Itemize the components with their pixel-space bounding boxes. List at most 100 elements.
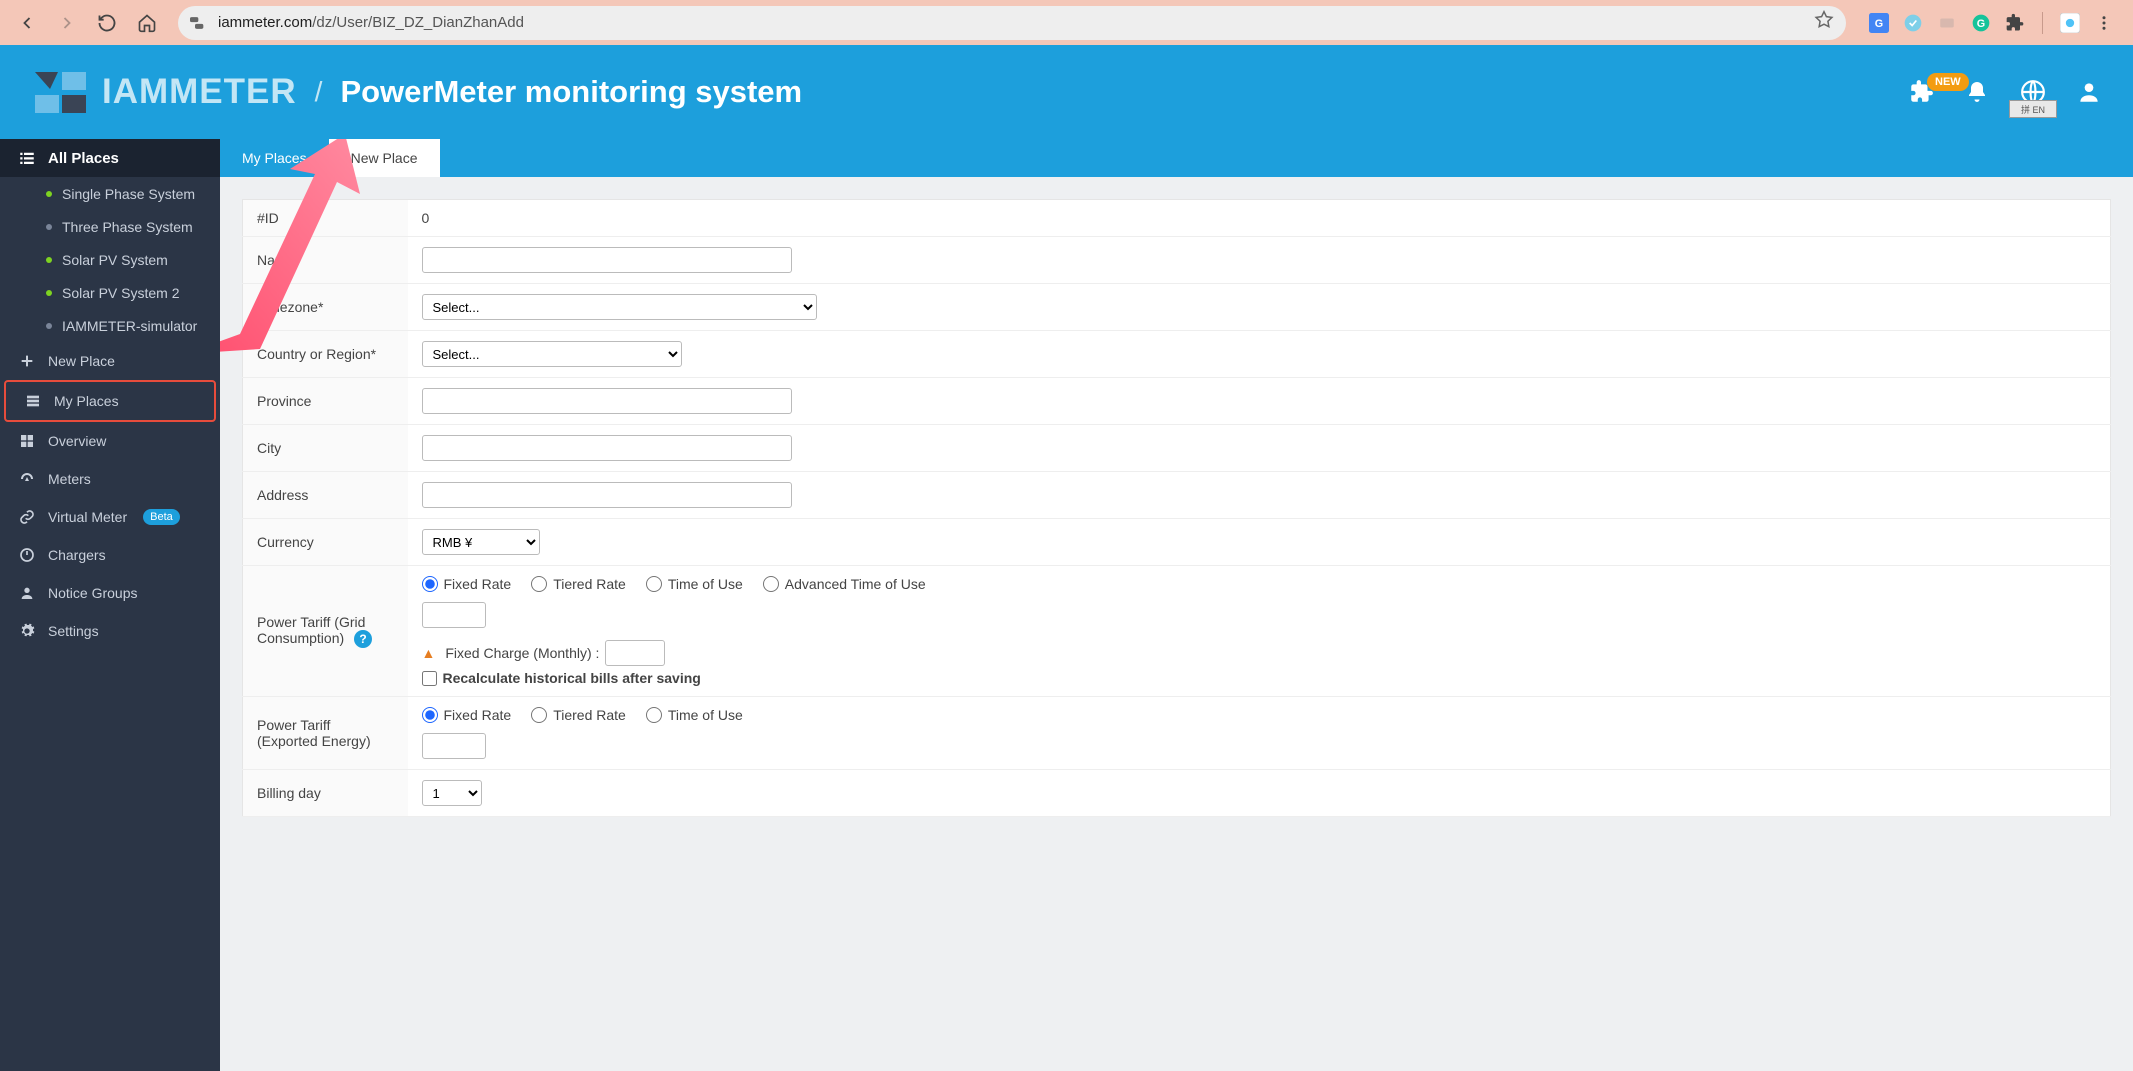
ext-icon-2[interactable] [1902,12,1924,34]
language-globe-icon[interactable]: 拼 EN [2019,78,2047,106]
label-billing-day: Billing day [243,770,408,817]
form-table: #ID 0 Name* Timezone* Select... Country … [242,199,2111,817]
link-icon [18,508,36,526]
site-info-icon[interactable] [190,15,210,31]
menu-dots-icon[interactable] [2093,12,2115,34]
sidebar-all-places[interactable]: All Places [0,139,220,177]
select-billing-day[interactable]: 1 [422,780,482,806]
input-name[interactable] [422,247,792,273]
plugin-icon[interactable]: NEW [1907,78,1935,106]
label-timezone: Timezone* [243,284,408,331]
grammarly-ext-icon[interactable]: G [1970,12,1992,34]
radio-grid-fixed[interactable]: Fixed Rate [422,576,512,592]
input-grid-rate[interactable] [422,602,486,628]
forward-button[interactable] [50,6,84,40]
tab-bar: My Places New Place [220,139,2133,177]
sidebar-place-solar-pv[interactable]: Solar PV System [0,243,220,276]
label-name: Name* [243,237,408,284]
plus-icon [18,352,36,370]
input-export-rate[interactable] [422,733,486,759]
sidebar-my-places[interactable]: My Places [6,382,214,420]
reload-button[interactable] [90,6,124,40]
radio-export-tou[interactable]: Time of Use [646,707,743,723]
label-address: Address [243,472,408,519]
url-text: iammeter.com/dz/User/BIZ_DZ_DianZhanAdd [218,14,524,31]
radio-grid-advtou[interactable]: Advanced Time of Use [763,576,926,592]
value-id: 0 [408,200,2111,237]
sidebar-virtual-meter[interactable]: Virtual Meter Beta [0,498,220,536]
radio-grid-tou[interactable]: Time of Use [646,576,743,592]
input-province[interactable] [422,388,792,414]
label-currency: Currency [243,519,408,566]
language-badge: 拼 EN [2009,100,2057,118]
input-address[interactable] [422,482,792,508]
ext-icon-3[interactable] [1936,12,1958,34]
address-bar[interactable]: iammeter.com/dz/User/BIZ_DZ_DianZhanAdd [178,6,1846,40]
gauge-icon [18,470,36,488]
gear-icon [18,622,36,640]
sidebar-overview[interactable]: Overview [0,422,220,460]
notification-bell-icon[interactable] [1963,78,1991,106]
sidebar-place-solar-pv-2[interactable]: Solar PV System 2 [0,276,220,309]
sidebar-new-place[interactable]: New Place [0,342,220,380]
sidebar-settings[interactable]: Settings [0,612,220,650]
profile-ext-icon[interactable] [2059,12,2081,34]
tab-my-places[interactable]: My Places [220,139,329,177]
status-dot-icon [46,257,52,263]
label-province: Province [243,378,408,425]
stack-icon [24,392,42,410]
label-fixed-charge: Fixed Charge (Monthly) : [445,645,599,661]
warning-icon: ▲ [422,645,436,661]
radio-grid-tiered[interactable]: Tiered Rate [531,576,626,592]
bookmark-star-icon[interactable] [1814,10,1834,35]
select-timezone[interactable]: Select... [422,294,817,320]
sidebar-notice-groups[interactable]: Notice Groups [0,574,220,612]
back-button[interactable] [10,6,44,40]
extension-icons: G G [1860,12,2123,34]
label-tariff-grid: Power Tariff (Grid Consumption) ? [243,566,408,697]
main-content: My Places New Place #ID 0 Name* Timezone… [220,139,2133,1071]
home-button[interactable] [130,6,164,40]
header-separator: / [315,76,323,108]
sidebar-label: All Places [48,150,119,167]
checkbox-recalc[interactable]: Recalculate historical bills after savin… [422,670,2097,686]
input-city[interactable] [422,435,792,461]
label-country: Country or Region* [243,331,408,378]
sidebar-chargers[interactable]: Chargers [0,536,220,574]
input-fixed-charge[interactable] [605,640,665,666]
user-icon [18,584,36,602]
browser-toolbar: iammeter.com/dz/User/BIZ_DZ_DianZhanAdd … [0,0,2133,45]
logo-text: IAMMETER [102,72,297,112]
list-icon [18,149,36,167]
svg-text:G: G [1977,18,1985,30]
select-currency[interactable]: RMB ¥ [422,529,540,555]
status-dot-icon [46,224,52,230]
translate-ext-icon[interactable]: G [1868,12,1890,34]
sidebar-place-three-phase[interactable]: Three Phase System [0,210,220,243]
divider [2042,12,2043,34]
radio-export-tiered[interactable]: Tiered Rate [531,707,626,723]
sidebar-place-single-phase[interactable]: Single Phase System [0,177,220,210]
app-header: IAMMETER / PowerMeter monitoring system … [0,45,2133,139]
user-profile-icon[interactable] [2075,78,2103,106]
label-tariff-export: Power Tariff (Exported Energy) [243,697,408,770]
power-icon [18,546,36,564]
status-dot-icon [46,290,52,296]
radio-export-fixed[interactable]: Fixed Rate [422,707,512,723]
grid-icon [18,432,36,450]
extensions-puzzle-icon[interactable] [2004,12,2026,34]
select-country[interactable]: Select... [422,341,682,367]
header-title: PowerMeter monitoring system [340,74,802,110]
tab-new-place[interactable]: New Place [329,139,440,177]
status-dot-icon [46,191,52,197]
svg-text:G: G [1875,18,1883,30]
label-city: City [243,425,408,472]
sidebar-meters[interactable]: Meters [0,460,220,498]
help-icon[interactable]: ? [354,630,372,648]
sidebar-place-simulator[interactable]: IAMMETER-simulator [0,309,220,342]
status-dot-icon [46,323,52,329]
logo-mark-icon [30,67,90,117]
label-id: #ID [243,200,408,237]
sidebar: All Places Single Phase System Three Pha… [0,139,220,1071]
logo[interactable]: IAMMETER [30,67,297,117]
